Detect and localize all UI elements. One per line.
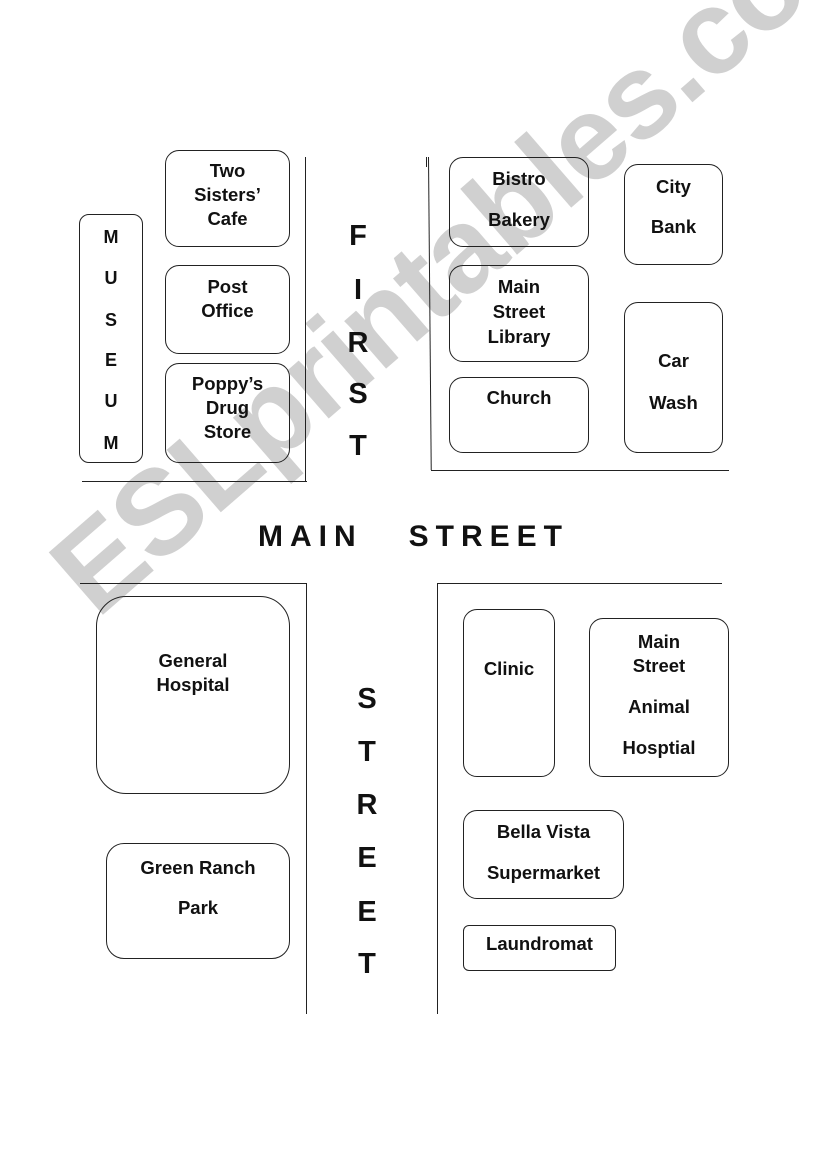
museum-letter: U [104, 391, 118, 411]
museum-letter: S [104, 310, 118, 330]
street-letter: T [358, 736, 376, 768]
street-edge [437, 583, 439, 1014]
building-label: Street [492, 301, 546, 322]
building-label: Bank [650, 216, 697, 237]
building-label: Drug [205, 397, 250, 418]
building-label: Main [497, 276, 541, 297]
museum: M U S E U M [79, 214, 143, 463]
building-label: City [656, 176, 691, 197]
building-label: Green Ranch [140, 857, 256, 878]
street-letter: E [357, 896, 377, 928]
building-label: Clinic [483, 658, 535, 679]
street-edge [82, 481, 307, 483]
building-label: Car [658, 350, 689, 371]
museum-letter: M [103, 433, 119, 453]
street-letter: S [348, 378, 368, 410]
two-sisters-cafe: Two Sisters’ Cafe [165, 150, 290, 247]
car-wash: Car Wash [624, 302, 723, 453]
building-label: Two [209, 160, 246, 181]
museum-letter: E [104, 350, 118, 370]
building-label: Store [203, 421, 252, 442]
street-letter: S [357, 683, 377, 715]
street-letter: R [347, 327, 369, 359]
clinic: Clinic [463, 609, 555, 777]
main-street-label: MAIN STREET [258, 520, 570, 553]
museum-letter: U [104, 268, 118, 288]
street-letter: F [349, 220, 367, 252]
building-label: Church [486, 387, 552, 408]
museum-letter: M [103, 227, 119, 247]
laundromat: Laundromat [463, 925, 616, 971]
building-label: Poppy’s [191, 373, 264, 394]
bistro-bakery: Bistro Bakery [449, 157, 589, 247]
building-label: Library [487, 326, 551, 347]
building-label: Cafe [207, 208, 248, 229]
building-label: Bakery [488, 209, 550, 230]
street-edge [428, 156, 433, 470]
city-bank: City Bank [624, 164, 723, 265]
building-label: Office [201, 300, 254, 321]
building-label: Hosptial [622, 737, 696, 758]
street-letter: R [356, 789, 378, 821]
building-label: Wash [649, 392, 698, 413]
building-label: Animal [628, 696, 690, 717]
street-edge [431, 470, 729, 472]
building-label: Sisters’ [194, 184, 261, 205]
building-label: Supermarket [486, 862, 601, 883]
street-letter: T [358, 948, 376, 980]
post-office: Post Office [165, 265, 290, 354]
street-edge [437, 583, 722, 585]
building-label: Main [637, 631, 681, 652]
building-label: General [158, 650, 228, 671]
poppys-drug-store: Poppy’s Drug Store [165, 363, 290, 463]
building-label: Laundromat [486, 933, 593, 954]
street-letter: T [349, 430, 367, 462]
building-label: Bella Vista [496, 821, 591, 842]
street-edge [80, 583, 306, 585]
street-edge [306, 583, 308, 1014]
street-edge [305, 157, 307, 482]
green-ranch-park: Green Ranch Park [106, 843, 290, 959]
main-street-animal-hospital: Main Street Animal Hosptial [589, 618, 729, 777]
general-hospital: General Hospital [96, 596, 290, 794]
building-label: Street [632, 655, 686, 676]
map-worksheet: ESLprintables.com MAIN STREET F I R S T … [0, 0, 821, 1169]
church: Church [449, 377, 589, 453]
building-label: Hospital [156, 674, 230, 695]
building-label: Park [177, 897, 219, 918]
street-letter: I [353, 274, 363, 306]
bella-vista-supermarket: Bella Vista Supermarket [463, 810, 624, 899]
main-street-library: Main Street Library [449, 265, 589, 362]
street-letter: E [357, 842, 377, 874]
building-label: Bistro [492, 168, 546, 189]
